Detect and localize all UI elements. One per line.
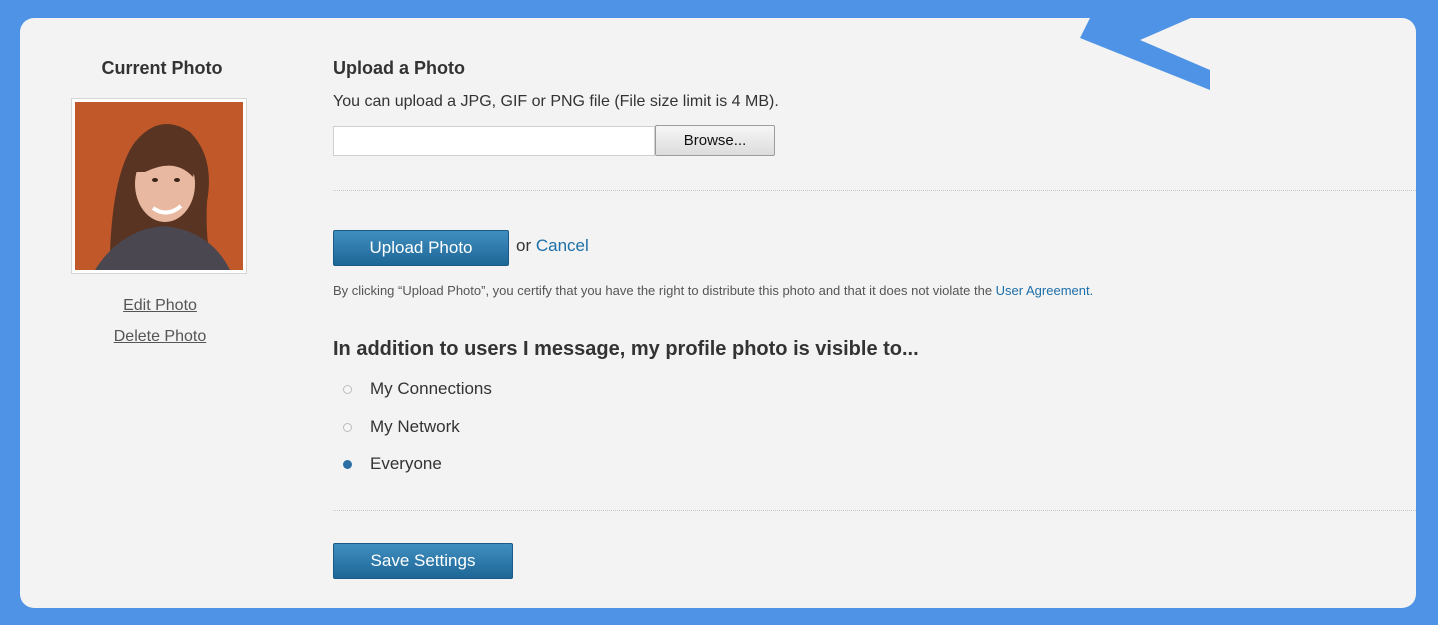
- profile-photo-image: [75, 102, 243, 270]
- divider: [333, 190, 1416, 191]
- visibility-title: In addition to users I message, my profi…: [333, 338, 919, 360]
- browse-button[interactable]: Browse...: [655, 125, 775, 156]
- callout-arrow-icon: [1080, 0, 1232, 90]
- delete-photo-link[interactable]: Delete Photo: [60, 328, 260, 346]
- user-agreement-link[interactable]: User Agreement.: [996, 283, 1094, 298]
- radio-everyone[interactable]: Everyone: [343, 454, 442, 474]
- file-path-input[interactable]: [333, 126, 655, 156]
- upload-title: Upload a Photo: [333, 58, 465, 78]
- upload-photo-button[interactable]: Upload Photo: [333, 230, 509, 266]
- cancel-link[interactable]: Cancel: [536, 236, 589, 255]
- radio-button[interactable]: [343, 384, 352, 394]
- radio-button-selected[interactable]: [343, 459, 352, 469]
- profile-photo: [71, 98, 247, 274]
- current-photo-title: Current Photo: [101, 58, 223, 78]
- radio-label: Everyone: [370, 454, 442, 473]
- or-cancel: or Cancel: [516, 236, 589, 256]
- or-text: or: [516, 236, 532, 255]
- upload-description: You can upload a JPG, GIF or PNG file (F…: [333, 93, 779, 110]
- photo-settings-panel: Current Photo Edit Photo Delete Photo Up…: [20, 18, 1416, 608]
- save-settings-button[interactable]: Save Settings: [333, 543, 513, 579]
- radio-my-network[interactable]: My Network: [343, 417, 460, 437]
- radio-button[interactable]: [343, 422, 352, 432]
- radio-label: My Connections: [370, 379, 492, 398]
- radio-label: My Network: [370, 417, 460, 436]
- edit-photo-link[interactable]: Edit Photo: [60, 297, 260, 315]
- radio-my-connections[interactable]: My Connections: [343, 379, 492, 399]
- certify-text: By clicking “Upload Photo”, you certify …: [333, 283, 993, 298]
- certify-notice: By clicking “Upload Photo”, you certify …: [333, 283, 1093, 298]
- divider: [333, 510, 1416, 511]
